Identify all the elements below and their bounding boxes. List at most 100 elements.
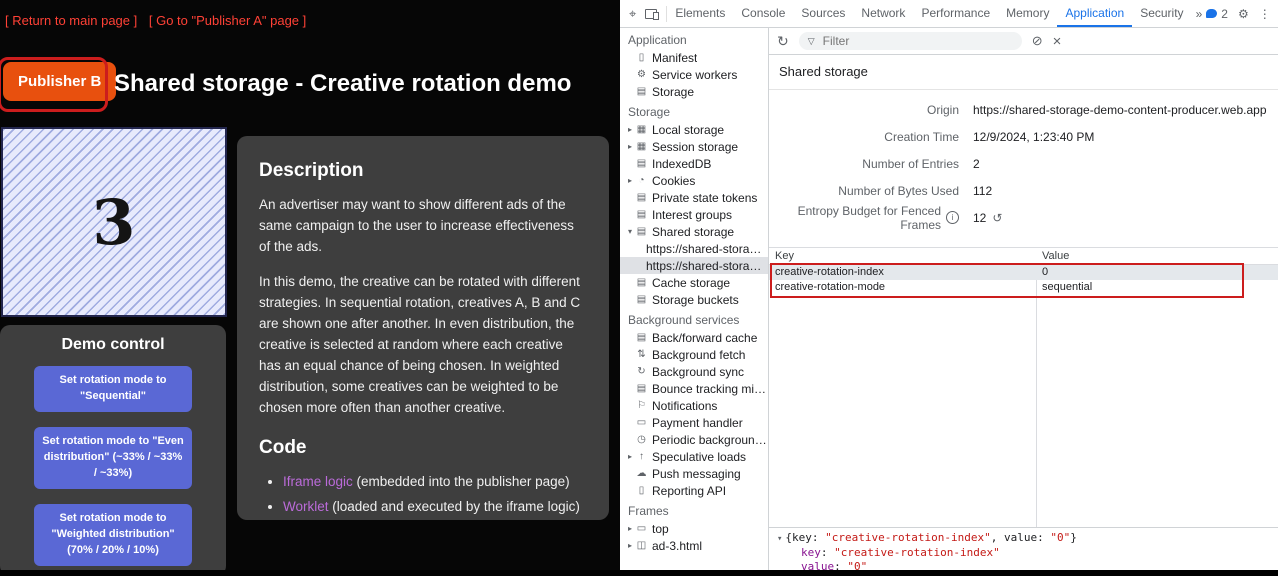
sidebar-item-manifest[interactable]: ▯ Manifest xyxy=(620,49,768,66)
sidebar-item-storage[interactable]: ▤ Storage xyxy=(620,83,768,100)
description-panel: Description An advertiser may want to sh… xyxy=(237,136,609,520)
sidebar-item-private-state-tokens[interactable]: ▤ Private state tokens xyxy=(620,189,768,206)
chevron-right-icon[interactable]: ▸ xyxy=(625,125,635,134)
chevron-right-icon[interactable]: ▸ xyxy=(625,176,635,185)
sidebar-item-label: ad-3.html xyxy=(652,539,702,553)
table-row[interactable]: creative-rotation-mode sequential xyxy=(769,280,1278,295)
column-header-value[interactable]: Value xyxy=(1036,248,1069,264)
preview-text: , value: xyxy=(991,531,1051,544)
sidebar-item-payment-handler[interactable]: ▭ Payment handler xyxy=(620,414,768,431)
sidebar-item-label: Notifications xyxy=(652,399,717,413)
sidebar-item-reporting-api[interactable]: ▯ Reporting API xyxy=(620,482,768,499)
sidebar-item-indexeddb[interactable]: ▤ IndexedDB xyxy=(620,155,768,172)
preview-summary-line[interactable]: ▾{key: "creative-rotation-index", value:… xyxy=(777,531,1270,546)
metadata-value: 12/9/2024, 1:23:40 PM xyxy=(973,130,1094,144)
sidebar-item-label: Background sync xyxy=(652,365,744,379)
goto-publisher-a-link[interactable]: [ Go to "Publisher A" page ] xyxy=(149,13,306,28)
sidebar-item-session-storage[interactable]: ▸ ▦ Session storage xyxy=(620,138,768,155)
tab-network[interactable]: Network xyxy=(853,0,913,27)
row-key: creative-rotation-index xyxy=(769,265,1036,280)
sidebar-item-interest-groups[interactable]: ▤ Interest groups xyxy=(620,206,768,223)
devtools-tabbar: ⌖ Elements Console Sources Network Perfo… xyxy=(620,0,1278,28)
iframe-icon: ◫ xyxy=(635,541,648,551)
table-row[interactable]: creative-rotation-index 0 xyxy=(769,265,1278,280)
screen: [ Return to main page ] [ Go to "Publish… xyxy=(0,0,1278,576)
sidebar-item-storage-buckets[interactable]: ▤ Storage buckets xyxy=(620,291,768,308)
inspect-element-icon[interactable]: ⌖ xyxy=(629,7,636,20)
tab-console[interactable]: Console xyxy=(733,0,793,27)
tab-sources[interactable]: Sources xyxy=(793,0,853,27)
sidebar-item-background-fetch[interactable]: ⇅ Background fetch xyxy=(620,346,768,363)
tab-security[interactable]: Security xyxy=(1132,0,1191,27)
sidebar-item-local-storage[interactable]: ▸ ▦ Local storage xyxy=(620,121,768,138)
chevron-right-icon[interactable]: ▸ xyxy=(625,452,635,461)
sidebar-item-bounce-tracking-mitigations[interactable]: ▤ Bounce tracking mitiga… xyxy=(620,380,768,397)
sidebar-item-label: top xyxy=(652,522,669,536)
tab-elements[interactable]: Elements xyxy=(667,0,733,27)
kebab-menu-icon[interactable]: ⋮ xyxy=(1259,8,1271,20)
sidebar-section-background-services: Background services xyxy=(620,308,768,329)
sidebar-item-back-forward-cache[interactable]: ▤ Back/forward cache xyxy=(620,329,768,346)
worklet-link[interactable]: Worklet xyxy=(283,499,329,514)
metadata-row-bytes-used: Number of Bytes Used 112 xyxy=(769,177,1278,204)
more-tabs-icon[interactable]: » xyxy=(1192,7,1207,21)
sidebar-item-push-messaging[interactable]: ☁ Push messaging xyxy=(620,465,768,482)
cookie-icon: ◔ xyxy=(635,176,648,186)
chevron-right-icon[interactable]: ▸ xyxy=(625,524,635,533)
rotation-even-distribution-button[interactable]: Set rotation mode to "Even distribution"… xyxy=(34,427,192,489)
database-icon: ▤ xyxy=(635,210,648,220)
document-icon: ▯ xyxy=(635,486,648,496)
code-list-item: Iframe logic (embedded into the publishe… xyxy=(283,472,587,493)
sidebar-item-cookies[interactable]: ▸ ◔ Cookies xyxy=(620,172,768,189)
clear-icon[interactable]: × xyxy=(1053,33,1062,50)
sidebar-item-notifications[interactable]: ⚐ Notifications xyxy=(620,397,768,414)
creative-number: 3 xyxy=(91,185,137,259)
chevron-right-icon[interactable]: ▸ xyxy=(625,541,635,550)
preview-text: } xyxy=(1070,531,1077,544)
rotation-weighted-distribution-button[interactable]: Set rotation mode to "Weighted distribut… xyxy=(34,504,192,566)
return-main-page-link[interactable]: [ Return to main page ] xyxy=(5,13,137,28)
database-icon: ▤ xyxy=(635,193,648,203)
database-icon: ▤ xyxy=(635,295,648,305)
row-key: creative-rotation-mode xyxy=(769,280,1036,295)
sidebar-item-shared-storage-origin-2[interactable]: https://shared-storage-d… xyxy=(620,257,768,274)
sidebar-item-background-sync[interactable]: ↻ Background sync xyxy=(620,363,768,380)
sidebar-item-label: Cookies xyxy=(652,174,695,188)
rotation-sequential-button[interactable]: Set rotation mode to "Sequential" xyxy=(34,366,192,412)
chevron-down-icon[interactable]: ▾ xyxy=(777,534,782,544)
publisher-b-button[interactable]: Publisher B xyxy=(3,62,116,101)
code-list-item-text: (loaded and executed by the iframe logic… xyxy=(329,499,580,514)
sidebar-item-label: https://shared-storage-d… xyxy=(625,242,768,256)
device-toolbar-icon[interactable] xyxy=(645,9,657,19)
tab-memory[interactable]: Memory xyxy=(998,0,1057,27)
iframe-logic-link[interactable]: Iframe logic xyxy=(283,474,353,489)
chevron-right-icon[interactable]: ▸ xyxy=(625,142,635,151)
delete-all-icon[interactable]: ⊘ xyxy=(1032,33,1043,49)
sidebar-item-frame-ad-3[interactable]: ▸ ◫ ad-3.html xyxy=(620,537,768,554)
refresh-icon[interactable]: ↻ xyxy=(777,33,789,50)
sidebar-item-shared-storage-origin-1[interactable]: https://shared-storage-d… xyxy=(620,240,768,257)
sidebar-item-label: Periodic background s… xyxy=(652,433,768,447)
chevron-down-icon[interactable]: ▾ xyxy=(625,227,635,236)
info-icon[interactable]: i xyxy=(946,211,959,224)
filter-field[interactable]: ▽ xyxy=(799,32,1022,50)
sidebar-item-shared-storage[interactable]: ▾ ▤ Shared storage xyxy=(620,223,768,240)
sidebar-item-label: Back/forward cache xyxy=(652,331,757,345)
gear-icon[interactable]: ⚙ xyxy=(1238,8,1249,20)
issues-counter[interactable]: 2 xyxy=(1206,7,1228,21)
column-header-key[interactable]: Key xyxy=(769,248,1036,264)
filter-input[interactable] xyxy=(821,33,985,49)
sidebar-item-label: Interest groups xyxy=(652,208,732,222)
reset-budget-icon[interactable]: ↺ xyxy=(992,211,1002,225)
sidebar-item-periodic-background-sync[interactable]: ◷ Periodic background s… xyxy=(620,431,768,448)
sidebar-item-cache-storage[interactable]: ▤ Cache storage xyxy=(620,274,768,291)
sidebar-section-application: Application xyxy=(620,28,768,49)
sidebar-item-speculative-loads[interactable]: ▸ ↑ Speculative loads xyxy=(620,448,768,465)
sidebar-item-frame-top[interactable]: ▸ ▭ top xyxy=(620,520,768,537)
sidebar-item-service-workers[interactable]: ⚙ Service workers xyxy=(620,66,768,83)
document-icon: ▯ xyxy=(635,53,648,63)
tab-application[interactable]: Application xyxy=(1057,0,1132,27)
tab-performance[interactable]: Performance xyxy=(913,0,998,27)
gear-icon: ⚙ xyxy=(635,70,648,80)
sidebar-item-label: Reporting API xyxy=(652,484,726,498)
